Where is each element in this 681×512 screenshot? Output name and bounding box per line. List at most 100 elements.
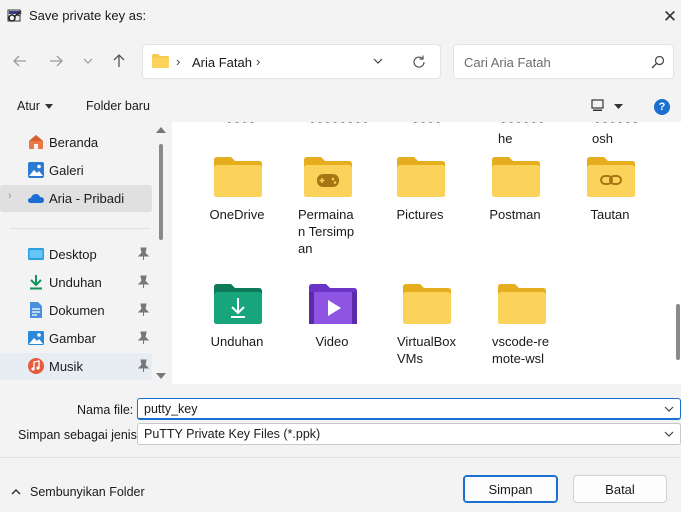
sidebar-item-aria-pribadi[interactable]: › Aria - Pribadi [0, 185, 152, 212]
sidebar-item-beranda[interactable]: Beranda [0, 129, 152, 156]
document-icon [30, 302, 42, 318]
sidebar-item-label: Unduhan [49, 275, 102, 290]
folder-icon [397, 157, 445, 197]
sidebar-divider [10, 228, 150, 229]
pin-icon [138, 247, 149, 260]
scroll-up-icon[interactable] [156, 126, 166, 134]
sidebar-item-dokumen[interactable]: Dokumen [0, 297, 152, 324]
view-layout-icon[interactable] [591, 99, 604, 112]
sidebar-item-label: Aria - Pribadi [49, 191, 125, 206]
download-icon [30, 275, 42, 290]
sidebar-item-desktop[interactable]: Desktop [0, 241, 152, 268]
breadcrumb-location[interactable]: Aria Fatah [192, 55, 252, 70]
sidebar-item-musik[interactable]: Musik [0, 353, 152, 380]
folder-label: VirtualBox VMs [397, 334, 457, 366]
organize-button[interactable]: Atur [17, 99, 40, 113]
back-button[interactable] [7, 47, 33, 75]
file-list[interactable]: ~~~~ ~~~~~~~~ ~~~~ ~~~~~~ he ~~~~~~ osh … [172, 122, 681, 384]
folder-label: Postman [489, 207, 541, 222]
folder-icon [492, 157, 540, 197]
putty-key-icon [7, 9, 22, 22]
pin-icon [138, 275, 149, 288]
sidebar-item-label: Gambar [49, 331, 96, 346]
window-title: Save private key as: [29, 8, 147, 23]
sidebar-item-label: Musik [49, 359, 83, 374]
filetype-select[interactable]: PuTTY Private Key Files (*.ppk) [137, 423, 681, 445]
folder-icon [214, 157, 262, 197]
cut-label: ~~~~ [410, 122, 440, 130]
forward-button[interactable] [43, 47, 69, 75]
address-bar[interactable]: › Aria Fatah › [142, 44, 441, 79]
chevron-down-icon[interactable] [664, 406, 674, 412]
search-placeholder: Cari Aria Fatah [464, 55, 551, 70]
close-icon[interactable]: ✕ [659, 0, 681, 33]
sidebar-item-label: Dokumen [49, 303, 105, 318]
folder-label: Tautan [590, 207, 630, 222]
filename-field[interactable]: putty_key [137, 398, 681, 420]
navigation-pane: Beranda Galeri › Aria - Pribadi Desktop … [0, 122, 170, 384]
arrow-up-icon [113, 54, 125, 67]
sidebar-item-unduhan[interactable]: Unduhan [0, 269, 152, 296]
cut-label: ~~~~~~ [498, 122, 544, 130]
pin-icon [138, 331, 149, 344]
videos-folder-icon [309, 284, 357, 324]
desktop-icon [28, 248, 44, 260]
folder-label: Video [315, 334, 349, 349]
expand-chevron-icon[interactable]: › [8, 190, 12, 202]
filename-value[interactable]: putty_key [144, 402, 198, 416]
music-icon [28, 358, 44, 374]
chevron-down-icon [83, 58, 93, 64]
search-box[interactable]: Cari Aria Fatah [453, 44, 674, 79]
folder-label: Pictures [396, 207, 444, 222]
chevron-down-icon[interactable] [664, 431, 674, 437]
up-button[interactable] [106, 47, 132, 75]
sidebar-item-label: Galeri [49, 163, 84, 178]
sidebar-scrollbar[interactable] [154, 122, 168, 384]
new-folder-button[interactable]: Folder baru [86, 99, 150, 113]
refresh-icon[interactable] [411, 54, 427, 70]
hide-folders-label: Sembunyikan Folder [30, 485, 145, 499]
links-folder-icon [587, 157, 635, 197]
scrollbar-thumb[interactable] [676, 304, 680, 360]
gallery-icon [28, 162, 44, 178]
filetype-label: Simpan sebagai jenis: [18, 428, 141, 442]
arrow-right-icon [50, 55, 63, 67]
pin-icon [138, 303, 149, 316]
folder-icon [403, 284, 451, 324]
home-icon [29, 135, 43, 149]
sidebar-item-label: Beranda [49, 135, 99, 150]
folder-label: OneDrive [209, 207, 265, 222]
folder-label: Permainan Tersimpan [298, 207, 355, 256]
filetype-value: PuTTY Private Key Files (*.ppk) [144, 427, 321, 441]
help-icon[interactable]: ? [654, 99, 670, 115]
onedrive-cloud-icon [28, 194, 44, 203]
search-icon[interactable] [651, 55, 665, 69]
saved-games-folder-icon [304, 157, 352, 197]
cut-label: osh [592, 131, 613, 146]
caret-down-icon[interactable] [45, 104, 53, 109]
cut-label: ~~~~~~~~ [307, 122, 368, 130]
sidebar-item-galeri[interactable]: Galeri [0, 157, 152, 184]
folder-icon [498, 284, 546, 324]
filename-label: Nama file: [77, 403, 134, 417]
folder-label: vscode-remote-wsl [492, 334, 550, 366]
folder-icon [152, 54, 169, 68]
caret-down-icon[interactable] [614, 104, 623, 109]
footer-divider [0, 457, 681, 458]
chevron-up-icon [11, 488, 21, 495]
cut-label: he [498, 131, 513, 146]
pictures-icon [28, 331, 44, 345]
arrow-left-icon [13, 55, 26, 67]
address-dropdown-icon[interactable] [372, 56, 384, 66]
scroll-down-icon[interactable] [156, 372, 166, 380]
cancel-button[interactable]: Batal [573, 475, 667, 503]
cut-label: ~~~~ [224, 122, 254, 130]
recent-locations-button[interactable] [75, 47, 101, 75]
sidebar-item-gambar[interactable]: Gambar [0, 325, 152, 352]
downloads-folder-icon [214, 284, 262, 324]
breadcrumb-chevron[interactable]: › [256, 54, 260, 69]
content-scrollbar[interactable] [675, 122, 681, 384]
scrollbar-thumb[interactable] [159, 144, 163, 240]
save-button[interactable]: Simpan [463, 475, 558, 503]
sidebar-item-label: Desktop [49, 247, 97, 262]
